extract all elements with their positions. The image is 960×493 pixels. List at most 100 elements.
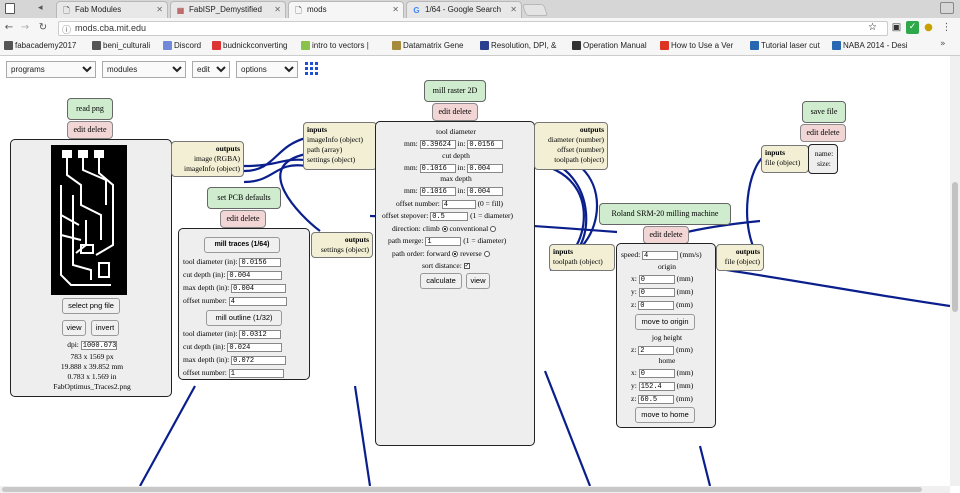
tab-back-icon[interactable]: ◂ — [38, 3, 43, 13]
roland-edit-delete[interactable]: edit delete — [643, 226, 689, 244]
roland-title[interactable]: Roland SRM-20 milling machine — [599, 203, 731, 225]
bookmark-vectors[interactable]: intro to vectors | — [301, 40, 389, 53]
bookmark-datamatrix[interactable]: Datamatrix Gene — [392, 40, 476, 53]
read-png-edit-delete[interactable]: edit delete — [67, 121, 113, 139]
home-z-input[interactable]: 60.5 — [638, 394, 675, 404]
tab-fab-modules[interactable]: 🗋 Fab Modules ✕ — [56, 1, 168, 18]
save-file-title[interactable]: save file — [802, 101, 846, 123]
output-diameter[interactable]: diameter (number) — [548, 135, 604, 144]
forward-radio[interactable] — [452, 251, 459, 258]
output-toolpath[interactable]: toolpath (object) — [554, 155, 604, 164]
bookmark-beni[interactable]: beni_culturali — [92, 40, 160, 53]
dpi-input[interactable]: 1000.073 — [80, 340, 117, 350]
bookmark-budnick[interactable]: budnickconverting — [212, 40, 298, 53]
sort-distance-checkbox[interactable]: ✓ — [463, 263, 470, 270]
mill-outline-button[interactable]: mill outline (1/32) — [206, 310, 282, 326]
offset-number-input[interactable]: 1 — [228, 368, 284, 378]
read-png-title[interactable]: read png — [67, 98, 113, 120]
output-settings[interactable]: settings (object) — [321, 245, 369, 254]
bookmark-naba[interactable]: NABA 2014 - Desi — [832, 40, 916, 53]
grid-icon[interactable] — [305, 62, 318, 75]
check-extension-icon[interactable]: ✓ — [906, 21, 919, 34]
extension-icon[interactable]: ▣ — [890, 21, 903, 34]
mill-raster-title[interactable]: mill raster 2D — [424, 80, 486, 102]
input-file[interactable]: file (object) — [765, 158, 800, 167]
modules-menu[interactable]: modules — [102, 61, 186, 78]
home-x-input[interactable]: 0 — [638, 368, 675, 378]
cut-depth-input[interactable]: 0.004 — [227, 270, 283, 280]
bookmark-discord[interactable]: Discord — [163, 40, 209, 53]
tab-mods[interactable]: 🗋 mods ✕ — [288, 1, 404, 18]
save-file-edit-delete[interactable]: edit delete — [800, 124, 846, 142]
bookmark-tutorial[interactable]: Tutorial laser cut — [750, 40, 830, 53]
max-depth-input[interactable]: 0.004 — [231, 283, 287, 293]
bookmark-resolution[interactable]: Resolution, DPI, & — [480, 40, 566, 53]
output-file[interactable]: file (object) — [725, 257, 760, 266]
speed-input[interactable]: 4 — [642, 250, 679, 260]
select-png-file-button[interactable]: select png file — [62, 298, 120, 314]
offset-number-input[interactable]: 4 — [228, 296, 287, 306]
max-depth-in-input[interactable]: 0.004 — [467, 186, 504, 196]
close-icon[interactable]: ✕ — [156, 5, 163, 14]
bookmark-fabacademy[interactable]: fabacademy2017 — [4, 40, 90, 53]
forward-icon[interactable]: → — [18, 21, 32, 35]
view-button[interactable]: view — [466, 273, 490, 289]
close-icon[interactable]: ✕ — [510, 5, 517, 14]
cut-depth-mm-input[interactable]: 0.1016 — [419, 163, 456, 173]
calculate-button[interactable]: calculate — [420, 273, 462, 289]
view-button[interactable]: view — [62, 320, 86, 336]
scroll-thumb[interactable] — [2, 487, 922, 492]
climb-radio[interactable] — [441, 226, 448, 233]
horizontal-scrollbar[interactable] — [0, 486, 950, 493]
reload-icon[interactable]: ↻ — [36, 21, 50, 35]
tool-diameter-in-input[interactable]: 0.0156 — [467, 139, 504, 149]
url-field[interactable]: ⓘ mods.cba.mit.edu — [58, 21, 888, 36]
jog-z-input[interactable]: 2 — [638, 345, 675, 355]
menu-icon[interactable]: ⋮ — [940, 21, 953, 34]
pcb-defaults-title[interactable]: set PCB defaults — [207, 187, 281, 209]
input-imageinfo[interactable]: imageInfo (object) — [307, 135, 363, 144]
window-menu-icon[interactable] — [940, 2, 954, 14]
info-icon[interactable]: ⓘ — [62, 23, 71, 36]
cut-depth-in-input[interactable]: 0.004 — [467, 163, 504, 173]
vertical-scrollbar[interactable] — [950, 56, 960, 486]
bookmark-operation[interactable]: Operation Manual — [572, 40, 656, 53]
output-imageinfo[interactable]: imageInfo (object) — [184, 164, 240, 173]
tab-fabisp[interactable]: ▦ FabISP_Demystified ✕ — [170, 1, 286, 18]
input-path[interactable]: path (array) — [307, 145, 342, 154]
move-to-home-button[interactable]: move to home — [635, 407, 695, 423]
tool-diameter-input[interactable]: 0.0312 — [239, 329, 282, 339]
app-menu-icon[interactable] — [5, 3, 15, 14]
edit-menu[interactable]: edit — [192, 61, 230, 78]
home-y-input[interactable]: 152.4 — [638, 381, 675, 391]
max-depth-mm-input[interactable]: 0.1016 — [419, 186, 456, 196]
cut-depth-input[interactable]: 0.024 — [227, 342, 283, 352]
new-tab-button[interactable] — [521, 4, 549, 16]
tool-diameter-input[interactable]: 0.0156 — [239, 257, 282, 267]
close-icon[interactable]: ✕ — [274, 5, 281, 14]
tool-diameter-mm-input[interactable]: 0.39624 — [419, 139, 456, 149]
output-image[interactable]: image (RGBA) — [194, 154, 240, 163]
programs-menu[interactable]: programs — [6, 61, 96, 78]
tab-google-search[interactable]: G 1/64 - Google Search ✕ — [406, 1, 522, 18]
back-icon[interactable]: ← — [2, 21, 16, 35]
offset-number-input[interactable]: 4 — [441, 199, 476, 209]
more-bookmarks-icon[interactable]: » — [940, 39, 946, 49]
origin-z-input[interactable]: 0 — [638, 300, 675, 310]
close-icon[interactable]: ✕ — [392, 5, 399, 14]
reverse-radio[interactable] — [483, 251, 490, 258]
output-offset[interactable]: offset (number) — [557, 145, 604, 154]
move-to-origin-button[interactable]: move to origin — [635, 314, 695, 330]
scroll-thumb[interactable] — [952, 182, 958, 312]
input-settings[interactable]: settings (object) — [307, 155, 355, 164]
star-icon[interactable]: ☆ — [866, 21, 879, 34]
origin-y-input[interactable]: 0 — [638, 287, 675, 297]
path-merge-input[interactable]: 1 — [425, 236, 462, 246]
options-menu[interactable]: options — [236, 61, 298, 78]
offset-stepover-input[interactable]: 0.5 — [430, 211, 469, 221]
max-depth-input[interactable]: 0.072 — [231, 355, 287, 365]
extension2-icon[interactable]: ● — [922, 21, 935, 34]
bookmark-howto[interactable]: How to Use a Ver — [660, 40, 746, 53]
origin-x-input[interactable]: 0 — [638, 274, 675, 284]
mill-raster-edit-delete[interactable]: edit delete — [432, 103, 478, 121]
